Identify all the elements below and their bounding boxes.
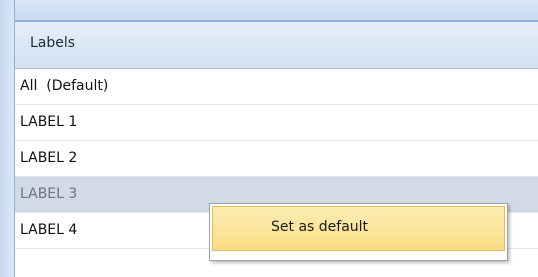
list-item-all-default[interactable]: All (Default) — [15, 69, 538, 105]
set-as-default-menu-item[interactable]: Set as default — [212, 206, 505, 251]
list-item-label: LABEL 3 — [20, 186, 78, 202]
list-item-label-1[interactable]: LABEL 1 — [15, 105, 538, 141]
top-band — [0, 0, 538, 20]
list-item-label-2[interactable]: LABEL 2 — [15, 141, 538, 177]
list-item-label: All (Default) — [20, 78, 109, 94]
labels-header[interactable]: Labels — [15, 22, 538, 69]
list-item-label: LABEL 2 — [20, 150, 78, 166]
context-menu: Set as default — [209, 203, 508, 261]
set-as-default-label: Set as default — [271, 219, 369, 235]
list-item-label: LABEL 1 — [20, 114, 78, 130]
list-item-label: LABEL 4 — [20, 222, 78, 238]
left-window-border — [0, 0, 14, 277]
labels-header-title: Labels — [30, 35, 76, 51]
